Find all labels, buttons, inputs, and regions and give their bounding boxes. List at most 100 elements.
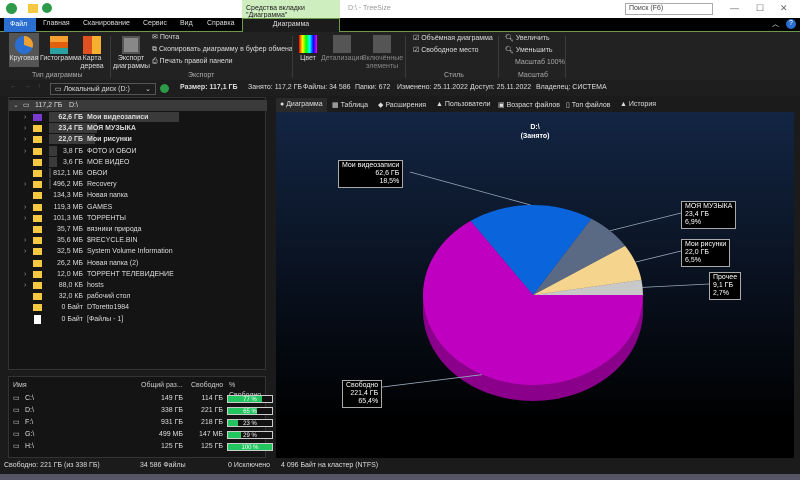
copy-chart-button[interactable]: ⧉ Скопировать диаграмму в буфер обмена [152,46,293,54]
item-size: 62,6 ГБ [58,114,83,121]
expand-icon[interactable]: › [24,246,26,257]
drive-row[interactable]: ▭ C:\ 149 ГБ 114 ГБ 77 % [9,394,273,404]
tree-row[interactable]: › 62,6 ГБ Мои видеозаписи [9,112,267,123]
tree-row[interactable]: › 35,6 МБ $RECYCLE.BIN [9,235,267,246]
histogram-button[interactable]: Гистограмма [40,33,82,67]
tab-history[interactable]: ▲ История [620,101,656,108]
tree-row[interactable]: › 88,0 КБ hosts [9,280,267,291]
collapse-ribbon-icon[interactable]: ︿ [772,19,779,29]
tree-row[interactable]: 134,3 МБ Новая папка [9,190,267,201]
tab-service[interactable]: Сервис [143,20,167,27]
tree-row[interactable]: 3,6 ГБ МОЕ ВИДЕО [9,156,267,168]
expand-icon[interactable]: › [24,179,26,190]
expand-icon[interactable]: › [24,202,26,213]
expand-icon[interactable]: › [24,146,26,157]
tree-row[interactable]: › 101,3 МБ ТОРРЕНТЫ [9,213,267,224]
expand-icon[interactable]: › [24,123,26,134]
drive-icon: ▭ [13,443,20,450]
tree-row[interactable]: › 496,2 МБ Recovery [9,179,267,190]
expand-icon[interactable]: › [24,112,26,123]
expand-icon[interactable]: › [24,269,26,280]
item-name: Recovery [87,181,117,189]
treemap-button[interactable]: Карта дерева [78,33,106,70]
slice-label: МОЯ МУЗЫКА 23,4 ГБ 6,9% [681,201,737,229]
drive-row[interactable]: ▭ D:\ 338 ГБ 221 ГБ 65 % [9,406,273,416]
header-free[interactable]: Свободно [191,381,223,391]
tab-table[interactable]: ▦ Таблица [332,101,368,109]
minimize-button[interactable]: — [730,3,739,13]
tab-users[interactable]: ▲ Пользователи [436,101,491,108]
refresh-icon[interactable] [42,3,52,13]
detail-button[interactable]: Детализация [321,33,363,69]
mail-button[interactable]: ✉ Почта [152,34,179,42]
drive-select[interactable]: ▭ Локальный диск (D:) ⌄ [50,83,156,95]
drive-list[interactable]: Имя Общий раз... Свободно % Свободно ▭ C… [8,376,273,458]
help-icon[interactable]: ? [786,19,796,29]
scan-go-icon[interactable] [160,84,169,93]
zoom-in-button[interactable]: 🔍︎ Увеличить [505,35,550,43]
item-name: hosts [87,282,104,289]
expand-icon[interactable]: › [24,235,26,246]
tab-home[interactable]: Главная [43,20,70,27]
tree-row[interactable]: › 32,5 МБ System Volume Information [9,246,267,257]
drive-row[interactable]: ▭ G:\ 499 МБ 147 МБ 29 % [9,430,273,440]
close-button[interactable]: ✕ [780,3,788,14]
drive-free: 114 ГБ [201,395,224,402]
expand-icon[interactable]: › [24,280,26,291]
tab-view[interactable]: Вид [180,20,193,27]
up-icon[interactable]: ↑ [38,83,42,90]
expand-icon[interactable]: › [24,134,26,145]
ribbon-tabs: Файл Главная Сканирование Сервис Вид Спр… [0,18,800,32]
tree-row[interactable]: 812,1 МБ ОБОИ [9,168,267,179]
tree-row[interactable]: 0 Байт [Файлы - 1] [9,314,267,325]
tab-chart[interactable]: Диаграмма [242,18,340,32]
export-chart-button[interactable]: Экспорт диаграммы [113,33,150,70]
root-name: D:\ [69,102,78,109]
maximize-button[interactable]: ☐ [756,3,764,14]
drive-free: 218 ГБ [200,419,223,426]
tree-row[interactable]: › 119,3 МБ GAMES [9,202,267,213]
color-button[interactable]: Цвет [296,33,320,69]
volume-chart-checkbox[interactable]: ☑ Объёмная диаграмма [413,35,493,43]
included-items-button[interactable]: Включённые элементы [362,33,403,70]
tab-file-age[interactable]: ▣ Возраст файлов [498,101,560,109]
tab-file[interactable]: Файл [4,18,36,32]
print-button[interactable]: ⎙ Печать правой панели [152,58,233,66]
header-name[interactable]: Имя [13,381,27,391]
drive-row[interactable]: ▭ F:\ 931 ГБ 218 ГБ 23 % [9,418,273,428]
search-input[interactable]: Поиск (F6) [625,3,713,15]
tree-root[interactable]: ⌄ ▭ 117,2 ГБ D:\ [9,100,267,111]
forward-icon[interactable]: → [24,83,31,90]
folder-tree[interactable]: ⌄ ▭ 117,2 ГБ D:\ › 62,6 ГБ Мои видеозаписи… [8,97,267,370]
tree-row[interactable]: 35,7 МБ вязники природа [9,224,267,235]
zoom-out-button[interactable]: 🔍︎ Уменьшить [505,47,553,55]
tab-scan[interactable]: Сканирование [83,20,130,27]
tab-extensions[interactable]: ◆ Расширения [378,101,426,109]
tree-row[interactable]: › 3,8 ГБ ФОТО И ОБОИ [9,145,267,157]
drive-icon: ▭ [13,407,20,414]
drive-row[interactable]: ▭ H:\ 125 ГБ 125 ГБ 100 % [9,442,273,452]
tree-row[interactable]: › 12,0 МБ ТОРРЕНТ ТЕЛЕВИДЕНИЕ [9,269,267,280]
group-style: Стиль [444,72,464,79]
header-total[interactable]: Общий раз... [141,381,183,391]
item-name: Мои видеозаписи [87,114,149,121]
folder-icon[interactable] [28,4,38,13]
tree-row[interactable]: 32,0 КБ рабочий стол [9,291,267,302]
back-icon[interactable]: ← [10,83,17,90]
included-icon [373,35,391,53]
free-space-checkbox[interactable]: ☑ Свободное место [413,47,478,55]
tab-help[interactable]: Справка [207,20,234,27]
tree-row[interactable]: › 22,0 ГБ Мои рисунки [9,134,267,145]
ribbon: Круговая Гистограмма Карта дерева Тип ди… [0,32,800,80]
tree-row[interactable]: 26,2 МБ Новая папка (2) [9,258,267,269]
item-size: 32,5 МБ [57,248,83,256]
pie-chart-button[interactable]: Круговая [9,33,39,67]
tree-row[interactable]: 0 Байт DToretto1984 [9,302,267,313]
tree-row[interactable]: › 23,4 ГБ МОЯ МУЗЫКА [9,123,267,134]
expand-icon[interactable]: › [24,213,26,224]
size-info: Размер: 117,1 ГБ [180,84,238,91]
tab-top-files[interactable]: ▯ Топ файлов [566,101,611,109]
group-chart-type: Тип диаграммы [32,72,83,79]
leader-line [609,212,682,232]
tab-chart-view[interactable]: ● Диаграмма [276,98,327,112]
